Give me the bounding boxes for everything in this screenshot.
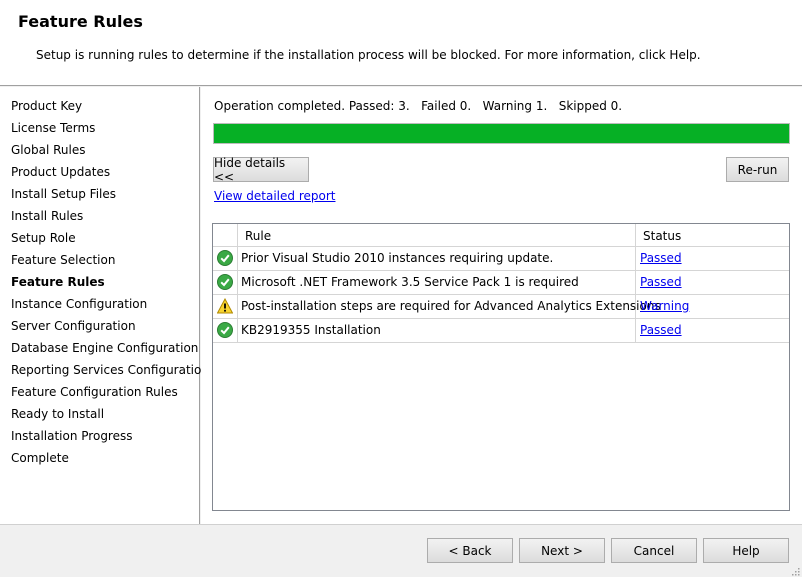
- operation-status-text: Operation completed. Passed: 3. Failed 0…: [214, 99, 623, 113]
- progress-bar: [213, 123, 790, 144]
- back-button[interactable]: < Back: [427, 538, 513, 563]
- table-row[interactable]: Post-installation steps are required for…: [213, 295, 789, 319]
- help-button[interactable]: Help: [703, 538, 789, 563]
- sidebar: Product Key License Terms Global Rules P…: [0, 87, 209, 524]
- rule-status-link[interactable]: Passed: [640, 275, 682, 289]
- column-header-rule[interactable]: Rule: [245, 229, 271, 243]
- rules-grid: Rule Status Prior Visual Studio 2010 ins…: [212, 223, 790, 511]
- cancel-button[interactable]: Cancel: [611, 538, 697, 563]
- rule-name: KB2919355 Installation: [241, 323, 381, 337]
- sidebar-item-product-key[interactable]: Product Key: [11, 99, 82, 113]
- grid-header: Rule Status: [213, 224, 789, 247]
- sidebar-item-install-rules[interactable]: Install Rules: [11, 209, 83, 223]
- sidebar-item-install-setup-files[interactable]: Install Setup Files: [11, 187, 116, 201]
- main-panel: Operation completed. Passed: 3. Failed 0…: [201, 87, 802, 524]
- header: Feature Rules Setup is running rules to …: [0, 0, 802, 86]
- footer: < Back Next > Cancel Help: [0, 524, 802, 577]
- sidebar-item-feature-configuration-rules[interactable]: Feature Configuration Rules: [11, 385, 178, 399]
- sidebar-item-installation-progress[interactable]: Installation Progress: [11, 429, 133, 443]
- next-button[interactable]: Next >: [519, 538, 605, 563]
- rule-name: Prior Visual Studio 2010 instances requi…: [241, 251, 554, 265]
- sidebar-item-product-updates[interactable]: Product Updates: [11, 165, 110, 179]
- sidebar-item-database-engine-configuration[interactable]: Database Engine Configuration: [11, 341, 198, 355]
- check-circle-icon: [217, 274, 233, 290]
- sidebar-item-global-rules[interactable]: Global Rules: [11, 143, 85, 157]
- table-row[interactable]: Microsoft .NET Framework 3.5 Service Pac…: [213, 271, 789, 295]
- table-row[interactable]: KB2919355 Installation Passed: [213, 319, 789, 343]
- page-title: Feature Rules: [18, 12, 143, 31]
- sidebar-item-license-terms[interactable]: License Terms: [11, 121, 95, 135]
- sidebar-item-feature-selection[interactable]: Feature Selection: [11, 253, 115, 267]
- warning-triangle-icon: [216, 297, 234, 314]
- rule-name: Post-installation steps are required for…: [241, 299, 661, 313]
- progress-bar-fill: [214, 124, 789, 143]
- sidebar-item-instance-configuration[interactable]: Instance Configuration: [11, 297, 147, 311]
- sidebar-item-server-configuration[interactable]: Server Configuration: [11, 319, 136, 333]
- resize-grip-icon[interactable]: [790, 565, 800, 576]
- check-circle-icon: [217, 250, 233, 266]
- sidebar-item-setup-role[interactable]: Setup Role: [11, 231, 76, 245]
- page-description: Setup is running rules to determine if t…: [36, 48, 701, 62]
- sidebar-item-feature-rules[interactable]: Feature Rules: [11, 275, 105, 289]
- sidebar-item-reporting-services-configuration[interactable]: Reporting Services Configuration: [11, 363, 209, 377]
- rerun-button[interactable]: Re-run: [726, 157, 789, 182]
- rule-name: Microsoft .NET Framework 3.5 Service Pac…: [241, 275, 579, 289]
- table-row[interactable]: Prior Visual Studio 2010 instances requi…: [213, 247, 789, 271]
- hide-details-button[interactable]: Hide details <<: [213, 156, 309, 184]
- rule-status-link[interactable]: Passed: [640, 251, 682, 265]
- rule-status-link[interactable]: Warning: [640, 299, 689, 313]
- check-circle-icon: [217, 322, 233, 338]
- view-detailed-report-link[interactable]: View detailed report: [214, 189, 335, 203]
- sidebar-item-complete[interactable]: Complete: [11, 451, 69, 465]
- sidebar-item-ready-to-install[interactable]: Ready to Install: [11, 407, 104, 421]
- rule-status-link[interactable]: Passed: [640, 323, 682, 337]
- column-header-status[interactable]: Status: [643, 229, 681, 243]
